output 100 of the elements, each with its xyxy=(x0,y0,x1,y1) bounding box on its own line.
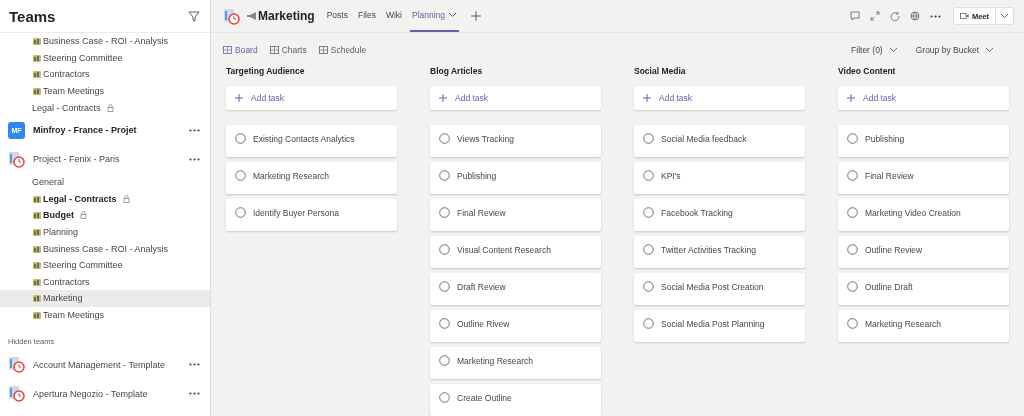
task-card[interactable]: Visual Content Research xyxy=(430,236,601,268)
filter-icon[interactable] xyxy=(188,10,200,22)
complete-circle-icon[interactable] xyxy=(847,244,858,255)
complete-circle-icon[interactable] xyxy=(439,281,450,292)
task-card[interactable]: Marketing Video Creation xyxy=(838,199,1009,231)
task-card[interactable]: Social Media Post Creation xyxy=(634,273,805,305)
expand-icon[interactable] xyxy=(869,11,880,21)
task-card[interactable]: Twitter Activities Tracking xyxy=(634,236,805,268)
channel-item[interactable]: Marketing xyxy=(0,290,210,307)
more-icon[interactable] xyxy=(189,157,200,161)
channel-tab[interactable]: Posts xyxy=(324,0,350,32)
complete-circle-icon[interactable] xyxy=(439,392,450,403)
add-task-button[interactable]: Add task xyxy=(226,86,397,110)
filter-dropdown[interactable]: Filter (0) xyxy=(851,44,898,55)
task-title: Marketing Research xyxy=(457,355,534,367)
complete-circle-icon[interactable] xyxy=(439,355,450,366)
complete-circle-icon[interactable] xyxy=(235,207,246,218)
complete-circle-icon[interactable] xyxy=(643,281,654,292)
channel-item[interactable]: Business Case - ROI - Analysis xyxy=(0,240,210,257)
complete-circle-icon[interactable] xyxy=(847,133,858,144)
more-icon[interactable] xyxy=(189,392,200,396)
channel-icon xyxy=(32,86,42,97)
channel-item[interactable]: Contractors xyxy=(0,273,210,291)
caret-icon xyxy=(448,12,458,18)
complete-circle-icon[interactable] xyxy=(439,133,450,144)
channel-tab[interactable]: Files xyxy=(355,0,378,32)
task-title: Identify Buyer Persona xyxy=(253,207,339,219)
refresh-icon[interactable] xyxy=(889,11,900,21)
task-card[interactable]: Social Media feedback xyxy=(634,125,805,157)
complete-circle-icon[interactable] xyxy=(643,244,654,255)
channel-item[interactable]: Steering Committee xyxy=(0,256,210,274)
task-card[interactable]: Marketing Research xyxy=(226,162,397,194)
task-card[interactable]: Final Review xyxy=(838,162,1009,194)
view-icon xyxy=(223,45,232,54)
task-card[interactable]: Publishing xyxy=(838,125,1009,157)
more-icon[interactable] xyxy=(189,363,200,367)
group-by-dropdown[interactable]: Group by Bucket xyxy=(915,44,994,55)
complete-circle-icon[interactable] xyxy=(439,244,450,255)
task-card[interactable]: Identify Buyer Persona xyxy=(226,199,397,231)
complete-circle-icon[interactable] xyxy=(235,170,246,181)
task-card[interactable]: Social Media Post Planning xyxy=(634,310,805,342)
complete-circle-icon[interactable] xyxy=(643,170,654,181)
team-item[interactable]: Project - Fenix - Paris xyxy=(0,144,210,174)
task-card[interactable]: KPI's xyxy=(634,162,805,194)
complete-circle-icon[interactable] xyxy=(439,170,450,181)
task-card[interactable]: Create Outline xyxy=(430,384,601,416)
task-title: Social Media Post Creation xyxy=(661,281,764,293)
more-icon[interactable] xyxy=(929,14,941,18)
task-card[interactable]: Outline Review xyxy=(838,236,1009,268)
task-card[interactable]: Marketing Research xyxy=(838,310,1009,342)
task-card[interactable]: Publishing xyxy=(430,162,601,194)
channel-item[interactable]: Contractors xyxy=(0,66,210,83)
channel-item[interactable]: Planning xyxy=(0,223,210,241)
add-icon[interactable] xyxy=(471,11,482,21)
task-card[interactable]: Marketing Research xyxy=(430,347,601,379)
channel-tab[interactable]: Wiki xyxy=(383,0,404,32)
complete-circle-icon[interactable] xyxy=(847,281,858,292)
view-tab[interactable]: Board xyxy=(223,44,258,55)
task-card[interactable]: Final Review xyxy=(430,199,601,231)
team-item[interactable]: Account Management - Template xyxy=(0,350,210,380)
complete-circle-icon[interactable] xyxy=(643,133,654,144)
chat-icon[interactable] xyxy=(849,11,860,21)
channel-name: Marketing xyxy=(43,293,83,304)
channel-item[interactable]: General xyxy=(0,173,210,191)
channel-name: Business Case - ROI - Analysis xyxy=(43,243,169,254)
complete-circle-icon[interactable] xyxy=(847,207,858,218)
complete-circle-icon[interactable] xyxy=(847,170,858,181)
channel-icon xyxy=(32,69,42,80)
complete-circle-icon[interactable] xyxy=(235,133,246,144)
complete-circle-icon[interactable] xyxy=(643,207,654,218)
channel-item[interactable]: Team Meetings xyxy=(0,82,210,100)
task-title: Visual Content Research xyxy=(457,244,551,256)
complete-circle-icon[interactable] xyxy=(643,318,654,329)
complete-circle-icon[interactable] xyxy=(847,318,858,329)
channel-item[interactable]: Steering Committee xyxy=(0,49,210,67)
team-item[interactable]: Apertura Negozio - Template xyxy=(0,379,210,409)
channel-name: Steering Committee xyxy=(43,52,123,63)
task-card[interactable]: Outline Draft xyxy=(838,273,1009,305)
add-task-button[interactable]: Add task xyxy=(430,86,601,110)
channel-item[interactable]: Legal - Contracts xyxy=(0,99,210,116)
task-card[interactable]: Existing Contacts Analytics xyxy=(226,125,397,157)
channel-item[interactable]: Legal - Contracts xyxy=(0,190,210,208)
add-task-button[interactable]: Add task xyxy=(634,86,805,110)
complete-circle-icon[interactable] xyxy=(439,318,450,329)
channel-name: Business Case - ROI - Analysis xyxy=(43,36,169,47)
view-tab[interactable]: Charts xyxy=(269,44,307,55)
view-tab[interactable]: Schedule xyxy=(318,44,367,55)
channel-item[interactable]: Business Case - ROI - Analysis xyxy=(0,33,210,50)
megaphone-icon xyxy=(246,11,258,21)
channel-item[interactable]: Budget xyxy=(0,207,210,224)
task-card[interactable]: Views Tracking xyxy=(430,125,601,157)
more-icon[interactable] xyxy=(189,128,200,132)
task-card[interactable]: Outline Rivew xyxy=(430,310,601,342)
channel-tab[interactable]: Planning xyxy=(409,0,460,32)
add-task-button[interactable]: Add task xyxy=(838,86,1009,110)
complete-circle-icon[interactable] xyxy=(439,207,450,218)
task-card[interactable]: Draft Review xyxy=(430,273,601,305)
channel-item[interactable]: Team Meetings xyxy=(0,306,210,324)
task-card[interactable]: Facebook Tracking xyxy=(634,199,805,231)
globe-icon[interactable] xyxy=(909,11,920,21)
